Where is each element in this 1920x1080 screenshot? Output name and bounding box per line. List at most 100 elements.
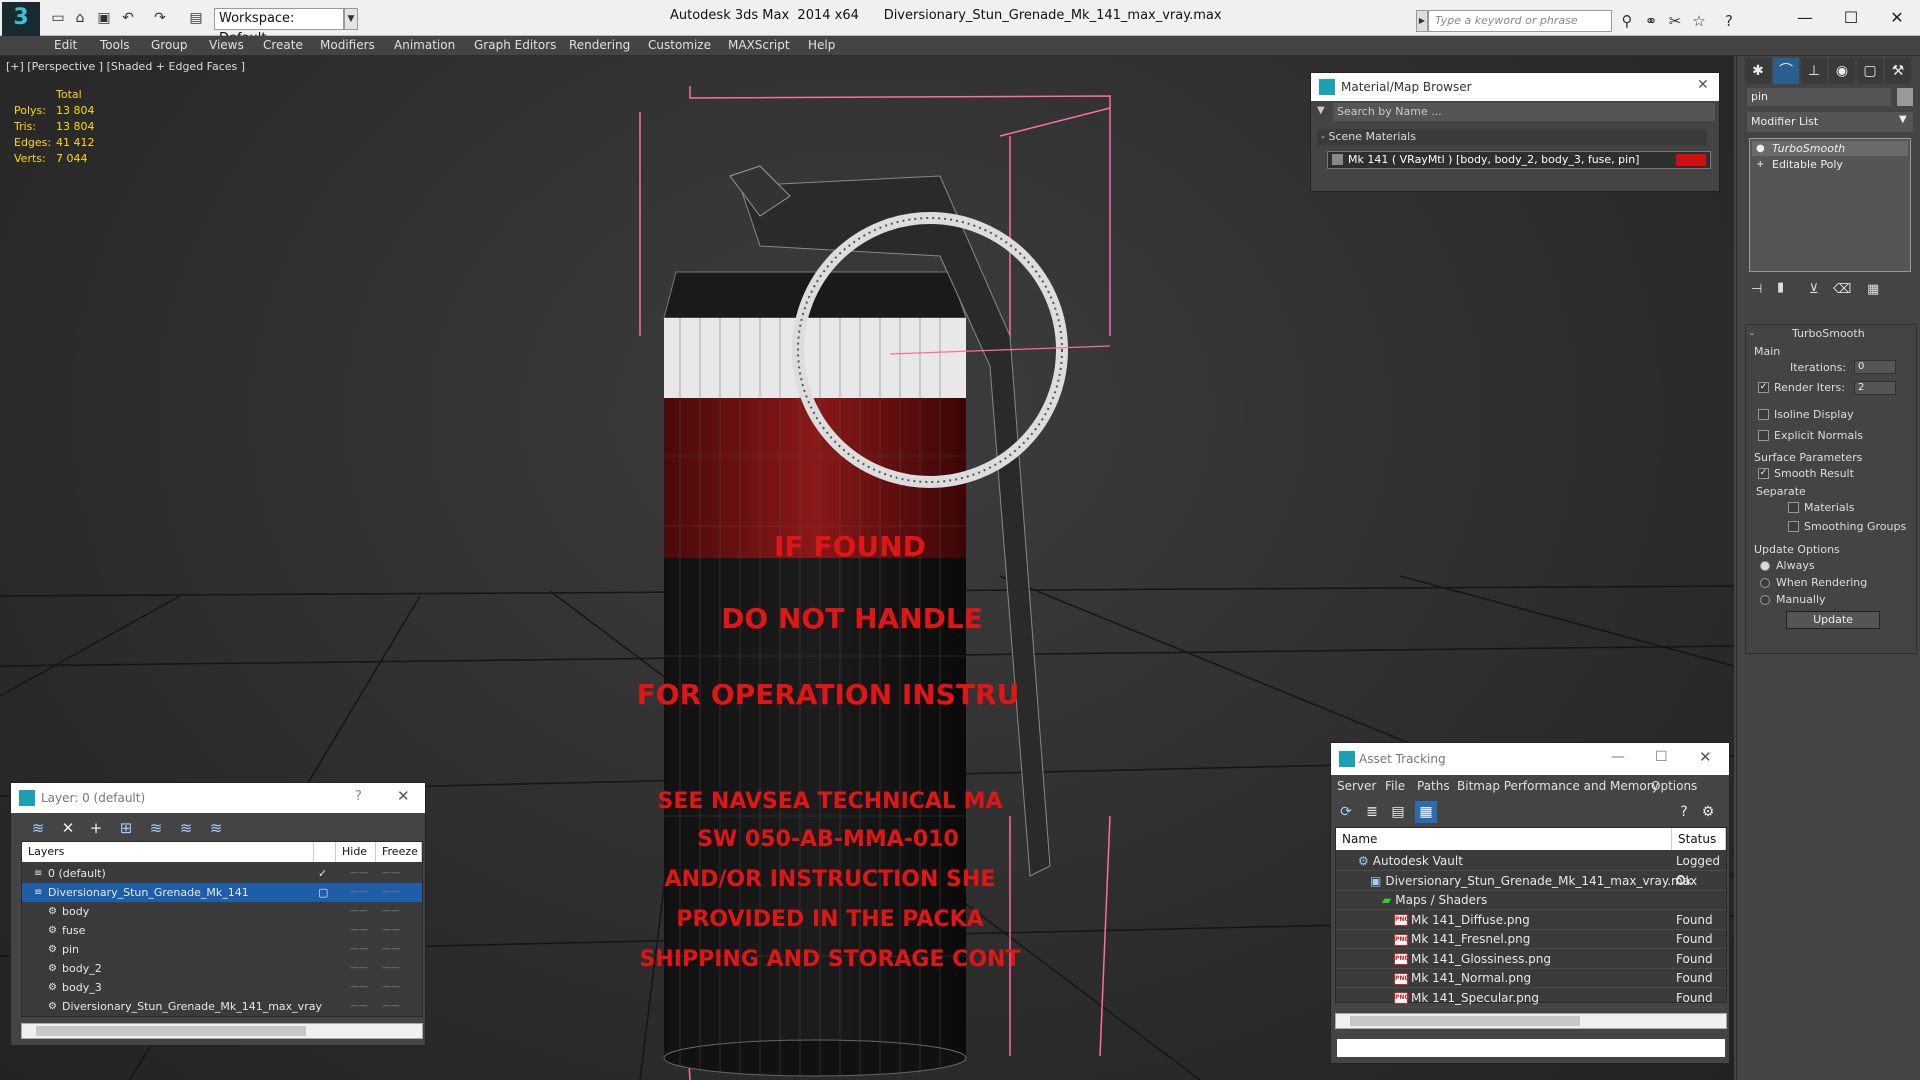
context-help-icon[interactable]: ⚙: [1697, 801, 1719, 823]
freeze-all-icon[interactable]: ≋: [203, 817, 229, 839]
render-iters-spinner[interactable]: 2: [1854, 381, 1896, 395]
menu-animation[interactable]: Animation: [394, 38, 455, 52]
menu-views[interactable]: Views: [209, 38, 244, 52]
menu-server[interactable]: Server: [1337, 779, 1376, 793]
chevron-down-icon[interactable]: ▼: [1899, 114, 1907, 125]
detail-view-icon[interactable]: ▤: [1387, 801, 1409, 823]
add-to-layer-icon[interactable]: +: [83, 817, 109, 839]
horizontal-scrollbar[interactable]: [21, 1023, 423, 1039]
maximize-button[interactable]: ☐: [1828, 4, 1874, 32]
menu-tools[interactable]: Tools: [100, 38, 130, 52]
freeze-toggle[interactable]: ——: [382, 997, 400, 1016]
table-view-icon[interactable]: ▦: [1415, 801, 1437, 823]
close-icon[interactable]: ✕: [397, 787, 410, 805]
layer-row[interactable]: Diversionary_Stun_Grenade_Mk_141_max_vra…: [22, 997, 422, 1016]
hide-toggle[interactable]: ——: [350, 940, 368, 959]
menu-bitmap-performance[interactable]: Bitmap Performance and Memory: [1457, 779, 1659, 793]
create-tab-icon[interactable]: ✱: [1745, 58, 1771, 84]
current-column-header[interactable]: [314, 842, 336, 862]
separate-smoothing-groups-checkbox[interactable]: [1788, 521, 1799, 532]
rollout-title[interactable]: TurboSmooth: [1792, 327, 1865, 340]
maximize-button[interactable]: ☐: [1655, 749, 1668, 765]
material-browser-title[interactable]: Material/Map Browser: [1311, 73, 1719, 101]
minimize-button[interactable]: —: [1782, 4, 1828, 32]
menu-graph-editors[interactable]: Graph Editors: [474, 38, 556, 52]
freeze-toggle[interactable]: ——: [382, 864, 400, 883]
layer-row[interactable]: fuse ⚙ —— ——: [22, 921, 422, 940]
refresh-icon[interactable]: ⟳: [1335, 801, 1357, 823]
scrollbar-thumb[interactable]: [36, 1026, 306, 1036]
asset-row[interactable]: PNG Mk 141_Specular.png Found: [1336, 989, 1726, 1008]
close-icon[interactable]: ✕: [1699, 748, 1712, 766]
new-file-icon[interactable]: ▭: [48, 8, 68, 28]
iterations-spinner[interactable]: 0: [1854, 360, 1896, 374]
menu-group[interactable]: Group: [151, 38, 188, 52]
status-column-header[interactable]: Status: [1672, 828, 1726, 850]
object-name-input[interactable]: pin: [1747, 88, 1891, 106]
utilities-tab-icon[interactable]: ⚒: [1885, 58, 1911, 84]
layer-window-title[interactable]: Layer: 0 (default): [11, 783, 425, 813]
freeze-column-header[interactable]: Freeze: [376, 842, 422, 862]
layer-row[interactable]: 0 (default) ≡ ✓ —— ——: [22, 864, 422, 883]
scrollbar-thumb[interactable]: [1350, 1016, 1580, 1026]
lightbulb-icon[interactable]: ●: [1756, 141, 1765, 156]
freeze-toggle[interactable]: ——: [382, 883, 400, 902]
layer-row[interactable]: body_3 ⚙ —— ——: [22, 978, 422, 997]
motion-tab-icon[interactable]: ◉: [1829, 58, 1855, 84]
menu-modifiers[interactable]: Modifiers: [320, 38, 375, 52]
asset-row[interactable]: PNG Mk 141_Normal.png Found: [1336, 969, 1726, 988]
hide-all-icon[interactable]: ≋: [173, 817, 199, 839]
display-tab-icon[interactable]: ▢: [1857, 58, 1883, 84]
remove-modifier-icon[interactable]: ⌫: [1833, 282, 1851, 297]
hide-toggle[interactable]: ——: [350, 864, 368, 883]
communication-center-icon[interactable]: ✂: [1664, 10, 1686, 32]
highlight-layer-icon[interactable]: ≋: [143, 817, 169, 839]
smooth-result-checkbox[interactable]: ✓: [1758, 468, 1769, 479]
create-layer-icon[interactable]: ≋: [25, 817, 51, 839]
close-button[interactable]: ✕: [1874, 4, 1920, 32]
layer-row[interactable]: body ⚙ —— ——: [22, 902, 422, 921]
hide-toggle[interactable]: ——: [350, 921, 368, 940]
chevron-down-icon[interactable]: ▼: [344, 8, 358, 30]
favorites-star-icon[interactable]: ☆: [1688, 10, 1710, 32]
asset-row[interactable]: PNG Mk 141_Fresnel.png Found: [1336, 930, 1726, 949]
asset-row[interactable]: ⚙ Autodesk Vault Logged O: [1336, 852, 1726, 887]
asset-row[interactable]: PNG Mk 141_Glossiness.png Found: [1336, 950, 1726, 969]
project-folder-icon[interactable]: ▤: [186, 8, 206, 28]
object-color-swatch[interactable]: [1897, 88, 1913, 106]
hide-toggle[interactable]: ——: [350, 978, 368, 997]
help-button[interactable]: ?: [355, 789, 362, 804]
pin-stack-icon[interactable]: ⊣: [1751, 282, 1762, 297]
update-when-rendering-radio[interactable]: [1760, 578, 1770, 588]
modify-tab-icon[interactable]: ⌒: [1773, 58, 1799, 84]
freeze-toggle[interactable]: ——: [382, 978, 400, 997]
menu-maxscript[interactable]: MAXScript: [728, 38, 790, 52]
open-folder-icon[interactable]: ⌂: [70, 8, 90, 28]
freeze-toggle[interactable]: ——: [382, 940, 400, 959]
menu-create[interactable]: Create: [263, 38, 303, 52]
freeze-toggle[interactable]: ——: [382, 902, 400, 921]
configure-sets-icon[interactable]: ▦: [1867, 282, 1879, 297]
menu-rendering[interactable]: Rendering: [569, 38, 630, 52]
delete-layer-icon[interactable]: ✕: [55, 817, 81, 839]
asset-path-field[interactable]: [1335, 1037, 1727, 1059]
modifier-list-dropdown[interactable]: Modifier List: [1747, 112, 1913, 132]
current-layer-check-icon[interactable]: ✓: [318, 864, 327, 883]
show-end-result-icon[interactable]: ▮: [1777, 280, 1784, 295]
binoculars-icon[interactable]: ⚲: [1616, 10, 1638, 32]
layer-row[interactable]: pin ⚙ —— ——: [22, 940, 422, 959]
search-icon[interactable]: ⚭: [1640, 10, 1662, 32]
viewport-label[interactable]: [+] [Perspective ] [Shaded + Edged Faces…: [6, 60, 245, 73]
layers-column-header[interactable]: Layers: [22, 842, 314, 862]
workspace-select[interactable]: Workspace: Default: [214, 8, 344, 46]
hide-toggle[interactable]: ——: [350, 959, 368, 978]
help-icon[interactable]: ?: [1718, 10, 1740, 32]
layer-row[interactable]: body_2 ⚙ —— ——: [22, 959, 422, 978]
freeze-toggle[interactable]: ——: [382, 959, 400, 978]
app-logo-button[interactable]: 3: [2, 2, 40, 36]
update-manually-radio[interactable]: [1760, 595, 1770, 605]
material-search-input[interactable]: Search by Name ...: [1333, 103, 1715, 121]
freeze-toggle[interactable]: ——: [382, 921, 400, 940]
isoline-display-checkbox[interactable]: [1758, 409, 1769, 420]
separate-materials-checkbox[interactable]: [1788, 502, 1799, 513]
